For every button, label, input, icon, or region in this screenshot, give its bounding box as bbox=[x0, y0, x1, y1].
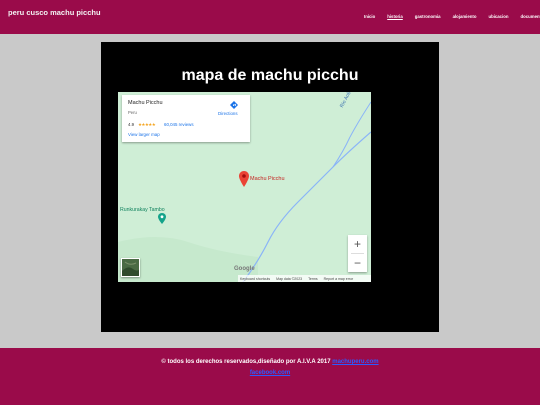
keyboard-shortcuts-link[interactable]: Keyboard shortcuts bbox=[240, 277, 270, 281]
footer-copyright: © todos los derechos reservados,diseñado… bbox=[0, 359, 540, 365]
directions-label[interactable]: Directions bbox=[218, 111, 238, 116]
nav-item-documental[interactable]: documental bbox=[521, 14, 540, 19]
machuperu-link[interactable]: machuperu.com bbox=[332, 359, 378, 365]
rating-stars: ★★★★★ bbox=[138, 122, 156, 127]
report-error-link[interactable]: Report a map error bbox=[324, 277, 354, 281]
nav-item-historia[interactable]: historia bbox=[387, 14, 403, 19]
place-name: Machu Picchu bbox=[128, 100, 163, 106]
nav-item-ubicacion[interactable]: ubicacion bbox=[488, 14, 508, 19]
view-larger-map-link[interactable]: View larger map bbox=[128, 132, 160, 137]
zoom-controls: + − bbox=[348, 235, 367, 272]
map-data-text: Map data ©2023 bbox=[276, 276, 303, 281]
site-footer: © todos los derechos reservados,diseñado… bbox=[0, 348, 540, 405]
map-attribution-bar: Keyboard shortcuts Map data ©2023 Terms … bbox=[238, 275, 371, 282]
page-title: mapa de machu picchu bbox=[181, 67, 359, 84]
footer-social: facebook.com bbox=[0, 370, 540, 376]
reviews-link[interactable]: 60,045 reviews bbox=[164, 122, 194, 127]
location-pin-icon[interactable] bbox=[239, 171, 249, 187]
content-panel: mapa de machu picchu Machu Picchu Peru 4… bbox=[101, 42, 439, 332]
facebook-link[interactable]: facebook.com bbox=[250, 370, 290, 376]
nav-item-inicio[interactable]: Inicio bbox=[364, 14, 375, 19]
copyright-text: © todos los derechos reservados,diseñado… bbox=[161, 359, 331, 365]
place-rating: 4.9 bbox=[128, 122, 135, 127]
terms-link[interactable]: Terms bbox=[308, 277, 318, 281]
poi-pin-icon[interactable] bbox=[158, 213, 166, 224]
nav-item-gastronomia[interactable]: gastronomia bbox=[415, 14, 441, 19]
site-header: peru cusco machu picchu Inicio historia … bbox=[0, 0, 540, 34]
place-info-card: Machu Picchu Peru 4.9 ★★★★★ 60,045 revie… bbox=[122, 95, 250, 142]
directions-icon[interactable] bbox=[229, 100, 239, 110]
nav-item-alojamiento[interactable]: alojamiento bbox=[453, 14, 477, 19]
place-region: Peru bbox=[128, 110, 137, 115]
site-title[interactable]: peru cusco machu picchu bbox=[8, 8, 101, 17]
zoom-out-button[interactable]: − bbox=[348, 254, 367, 272]
google-logo: Google bbox=[234, 266, 255, 272]
embedded-map[interactable]: Machu Picchu Peru 4.9 ★★★★★ 60,045 revie… bbox=[118, 92, 371, 282]
zoom-in-button[interactable]: + bbox=[348, 235, 367, 253]
satellite-thumbnail-icon bbox=[122, 259, 139, 276]
main-nav: Inicio historia gastronomia alojamiento … bbox=[364, 14, 540, 19]
marker-label: Machu Picchu bbox=[250, 176, 285, 182]
satellite-toggle[interactable] bbox=[121, 258, 140, 277]
